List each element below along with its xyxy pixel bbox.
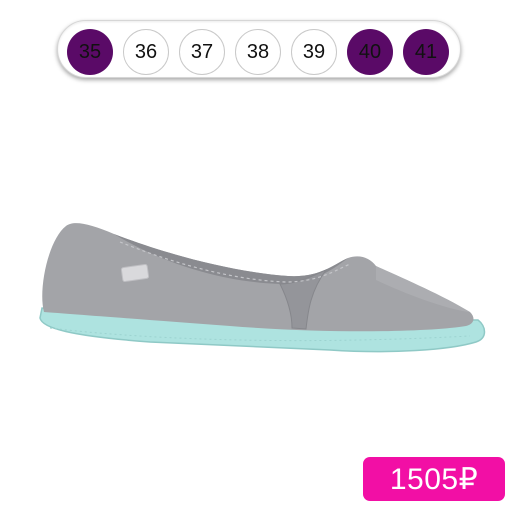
shoe-label-tag (120, 264, 150, 282)
price-badge: 1505₽ (363, 457, 505, 501)
size-option-40[interactable]: 40 (347, 29, 393, 75)
size-label: 35 (78, 40, 102, 63)
size-label: 38 (246, 40, 270, 63)
size-option-35[interactable]: 35 (67, 29, 113, 75)
size-option-38[interactable]: 38 (235, 29, 281, 75)
size-option-39[interactable]: 39 (291, 29, 337, 75)
size-label: 39 (302, 40, 326, 63)
shoe-product-image[interactable] (30, 200, 500, 390)
size-option-36[interactable]: 36 (123, 29, 169, 75)
product-card: 35 36 37 38 39 40 41 1505₽ (0, 0, 520, 520)
size-label: 36 (134, 40, 158, 63)
size-option-37[interactable]: 37 (179, 29, 225, 75)
size-selector: 35 36 37 38 39 40 41 (57, 20, 461, 78)
price-label: 1505₽ (389, 462, 479, 496)
size-label: 41 (414, 40, 438, 63)
size-option-41[interactable]: 41 (403, 29, 449, 75)
shoe-icon (39, 223, 486, 353)
size-label: 40 (358, 40, 382, 63)
size-label: 37 (190, 40, 214, 63)
